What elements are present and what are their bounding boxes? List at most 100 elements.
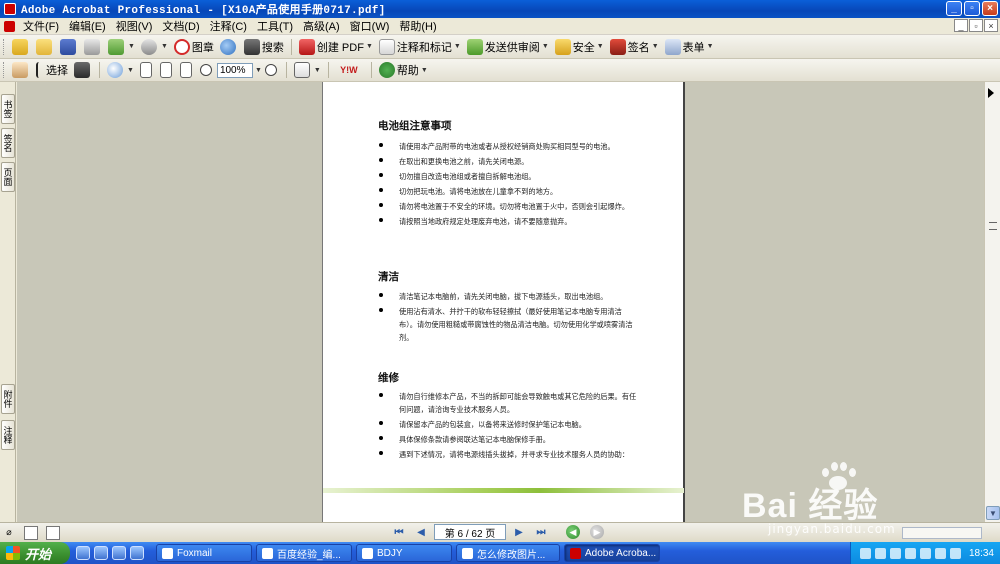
snapshot-button[interactable] bbox=[71, 60, 95, 80]
document-icon[interactable] bbox=[4, 20, 15, 32]
vertical-scrollbar[interactable]: ▼ bbox=[984, 82, 1000, 522]
last-page-icon[interactable]: ⏭ bbox=[532, 524, 550, 540]
menu-document[interactable]: 文档(D) bbox=[157, 18, 204, 34]
tray-icon[interactable] bbox=[859, 547, 871, 559]
scroll-down-icon[interactable]: ▼ bbox=[986, 506, 1000, 520]
taskbar-item-word[interactable]: 怎么修改图片... bbox=[456, 544, 560, 562]
windows-logo-icon bbox=[6, 546, 20, 560]
doc-restore-button[interactable]: ▫ bbox=[969, 19, 983, 32]
tab-comments[interactable]: 注释 bbox=[1, 420, 15, 450]
page-layout-icon[interactable] bbox=[24, 525, 38, 540]
acrobat-app-icon[interactable] bbox=[4, 3, 16, 15]
tray-icon[interactable] bbox=[904, 547, 916, 559]
tab-pages[interactable]: 页面 bbox=[1, 162, 15, 192]
page-number-field[interactable]: 第 6 / 62 页 bbox=[434, 524, 506, 540]
fit-width-button[interactable] bbox=[177, 60, 197, 80]
attachment-icon[interactable]: ⌀ bbox=[2, 526, 16, 540]
desktop-icon[interactable] bbox=[130, 546, 144, 560]
toolbar-separator bbox=[285, 62, 287, 78]
page-footer-rule bbox=[323, 488, 684, 493]
stamp-button[interactable]: 图章 bbox=[171, 37, 217, 57]
menu-comments[interactable]: 注释(C) bbox=[205, 18, 252, 34]
clock[interactable]: 18:34 bbox=[969, 548, 994, 559]
horizontal-scrollbar[interactable] bbox=[902, 527, 982, 539]
tray-icon[interactable] bbox=[889, 547, 901, 559]
zoom-out-button[interactable] bbox=[197, 60, 217, 80]
pen-icon bbox=[609, 38, 626, 55]
help-label: 帮助 bbox=[396, 65, 419, 77]
taskbar-item-acrobat[interactable]: Adobe Acroba... bbox=[564, 544, 660, 562]
zoom-input[interactable]: 100% bbox=[216, 62, 253, 78]
tab-bookmarks[interactable]: 书签 bbox=[1, 94, 15, 124]
close-button[interactable]: × bbox=[982, 1, 998, 16]
rotate-button[interactable]: ▼ bbox=[291, 60, 324, 80]
maximize-button[interactable]: ▫ bbox=[964, 1, 980, 16]
quick-launch-icon[interactable] bbox=[112, 546, 126, 560]
select-tool-button[interactable]: 选择 bbox=[33, 60, 71, 80]
tab-attachments[interactable]: 附件 bbox=[1, 384, 15, 414]
save-button[interactable] bbox=[57, 37, 81, 57]
organizer-button[interactable] bbox=[33, 37, 57, 57]
document-properties-icon[interactable] bbox=[46, 525, 60, 540]
hand-tool-button[interactable] bbox=[9, 60, 33, 80]
taskbar-item-baidu[interactable]: 百度经验_编... bbox=[256, 544, 352, 562]
email-button[interactable]: ▼ bbox=[105, 37, 138, 57]
tray-icon[interactable] bbox=[919, 547, 931, 559]
help-button[interactable]: 帮助 ▼ bbox=[376, 60, 431, 80]
zoom-tool-button[interactable]: ▼ bbox=[104, 60, 137, 80]
forms-button[interactable]: 表单 ▼ bbox=[662, 37, 717, 57]
minimize-button[interactable]: _ bbox=[946, 1, 962, 16]
go-forward-icon[interactable]: ▶ bbox=[590, 525, 604, 539]
open-button[interactable] bbox=[9, 37, 33, 57]
list-item-text: 请勿将电池置于不安全的环境。切勿将电池置于火中，否则会引起爆炸。 bbox=[399, 202, 630, 211]
zoom-dropdown-icon[interactable]: ▼ bbox=[255, 67, 262, 74]
minus-circle-icon bbox=[199, 64, 212, 76]
quick-launch-icon[interactable] bbox=[76, 546, 90, 560]
binoculars-icon bbox=[243, 38, 260, 55]
sign-button[interactable]: 签名 ▼ bbox=[607, 37, 662, 57]
tab-signatures[interactable]: 签名 bbox=[1, 128, 15, 158]
stamp-icon bbox=[173, 38, 190, 55]
print-button[interactable] bbox=[81, 37, 105, 57]
send-review-icon bbox=[466, 38, 483, 55]
plugin-logo-button[interactable]: Y!W bbox=[333, 60, 367, 80]
panel-expand-arrow-icon[interactable] bbox=[988, 88, 994, 98]
menu-file[interactable]: 文件(F) bbox=[18, 18, 64, 34]
doc-close-button[interactable]: × bbox=[984, 19, 998, 32]
actual-size-button[interactable] bbox=[137, 60, 157, 80]
menu-edit[interactable]: 编辑(E) bbox=[64, 18, 111, 34]
create-pdf-button[interactable]: 创建 PDF ▼ bbox=[296, 37, 376, 57]
tray-icon[interactable] bbox=[934, 547, 946, 559]
search-button[interactable]: 搜索 bbox=[241, 37, 287, 57]
menu-window[interactable]: 窗口(W) bbox=[345, 18, 395, 34]
comment-markup-button[interactable]: 注释和标记 ▼ bbox=[376, 37, 464, 57]
go-back-icon[interactable]: ◀ bbox=[566, 525, 580, 539]
first-page-icon[interactable]: ⏮ bbox=[390, 524, 408, 540]
toolbar-grip[interactable] bbox=[3, 38, 6, 55]
toolbar-grip[interactable] bbox=[3, 62, 6, 78]
start-button[interactable]: 开始 bbox=[0, 542, 70, 564]
web-button[interactable] bbox=[217, 37, 241, 57]
tray-icon[interactable] bbox=[874, 547, 886, 559]
taskbar-item-bdjy[interactable]: BDJY bbox=[356, 544, 452, 562]
fit-page-icon bbox=[159, 62, 172, 78]
repair-list: 请勿自行维修本产品，不当的拆卸可能会导致触电或其它危险的后果。有任何问题，请洽询… bbox=[379, 390, 639, 463]
scrollbar-grip[interactable] bbox=[989, 222, 997, 230]
menu-view[interactable]: 视图(V) bbox=[111, 18, 158, 34]
doc-minimize-button[interactable]: _ bbox=[954, 19, 968, 32]
menu-tools[interactable]: 工具(T) bbox=[252, 18, 298, 34]
menu-help[interactable]: 帮助(H) bbox=[394, 18, 441, 34]
next-page-icon[interactable]: ▶ bbox=[510, 524, 528, 540]
task-label: 百度经验_编... bbox=[277, 549, 341, 561]
menu-advanced[interactable]: 高级(A) bbox=[298, 18, 345, 34]
fit-page-button[interactable] bbox=[157, 60, 177, 80]
send-review-button[interactable]: 发送供审阅 ▼ bbox=[464, 37, 552, 57]
security-button[interactable]: 安全 ▼ bbox=[552, 37, 607, 57]
document-view[interactable]: 电池组注意事项 请使用本产品附带的电池或者从授权经销商处购买相同型号的电池。 在… bbox=[17, 82, 984, 522]
previous-page-icon[interactable]: ◀ bbox=[412, 524, 430, 540]
taskbar-item-foxmail[interactable]: Foxmail bbox=[156, 544, 252, 562]
ie-icon[interactable] bbox=[94, 546, 108, 560]
zoom-in-button[interactable] bbox=[262, 60, 282, 80]
attach-button[interactable]: ▼ bbox=[138, 37, 171, 57]
tray-icon[interactable] bbox=[949, 547, 961, 559]
